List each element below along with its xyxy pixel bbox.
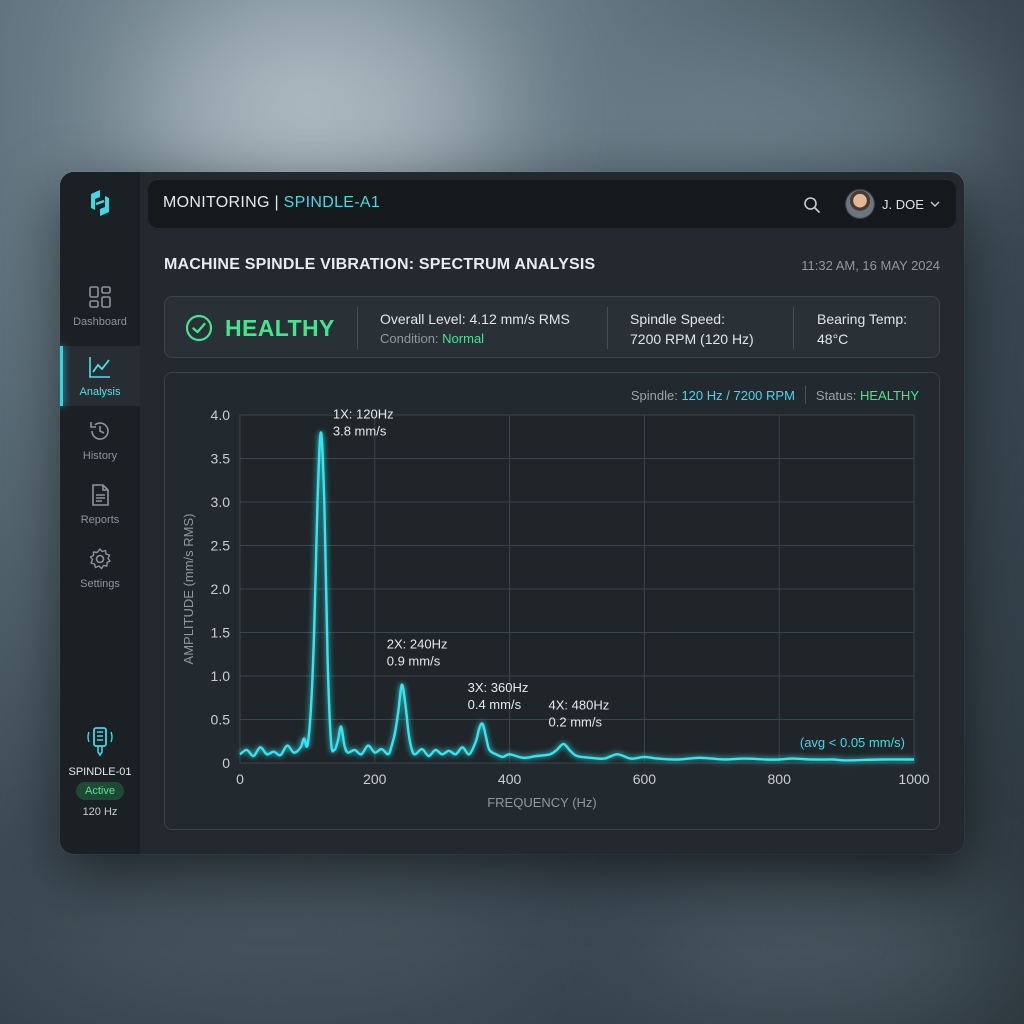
peak-value-label: 0.4 mm/s: [468, 697, 522, 712]
device-status[interactable]: SPINDLE-01 Active 120 Hz: [60, 724, 140, 818]
history-icon: [90, 422, 109, 440]
device-name: SPINDLE-01: [68, 766, 132, 778]
peak-value-label: 0.9 mm/s: [387, 654, 441, 669]
chevron-down-icon[interactable]: [930, 199, 940, 209]
app-window: Dashboard Analysis History Reports Setti…: [60, 172, 964, 854]
y-axis-label: AMPLITUDE (mm/s RMS): [181, 514, 196, 665]
sidebar-item-label: Settings: [80, 578, 120, 590]
peak-label: 2X: 240Hz: [387, 637, 448, 652]
sidebar: Dashboard Analysis History Reports Setti…: [60, 172, 140, 854]
y-tick-label: 3.0: [211, 494, 231, 510]
peak-label: 4X: 480Hz: [549, 698, 610, 713]
sidebar-item-settings[interactable]: Settings: [60, 538, 140, 598]
spectrum-chart-card: Spindle: 120 Hz / 7200 RPM Status: HEALT…: [164, 372, 940, 830]
noise-floor-note: (avg < 0.05 mm/s): [800, 735, 905, 750]
x-tick-label: 1000: [898, 771, 929, 787]
spindle-icon: [87, 727, 113, 757]
spectrum-chart[interactable]: 0 0.5 1.0 1.5 2.0 2.5 3.0 3.5 4.0 0 200 400 600 800 10…: [165, 373, 941, 831]
reports-icon: [92, 484, 109, 506]
condition-value: Normal: [442, 331, 485, 346]
page-title: MACHINE SPINDLE VIBRATION: SPECTRUM ANAL…: [164, 256, 596, 273]
y-tick-label: 2.5: [211, 538, 231, 554]
divider: [607, 307, 608, 349]
x-tick-label: 400: [498, 771, 522, 787]
status-summary-card: HEALTHY Overall Level: 4.12 mm/s RMS Con…: [164, 296, 940, 358]
sidebar-item-label: Reports: [80, 514, 120, 526]
x-tick-label: 200: [363, 771, 387, 787]
spindle-speed-label: Spindle Speed:: [630, 311, 725, 327]
breadcrumb-machine[interactable]: SPINDLE-A1: [284, 194, 380, 211]
y-tick-label: 1.0: [211, 668, 231, 684]
peak-label: 3X: 360Hz: [468, 680, 529, 695]
spindle-speed-value: 7200 RPM (120 Hz): [630, 331, 754, 347]
spindle-speed: Spindle Speed: 7200 RPM (120 Hz): [630, 309, 754, 349]
bearing-temp-label: Bearing Temp:: [817, 311, 908, 327]
sidebar-item-history[interactable]: History: [60, 410, 140, 470]
peak-label: 1X: 120Hz: [333, 406, 394, 421]
sidebar-item-label: Dashboard: [73, 316, 127, 328]
analysis-icon: [89, 357, 110, 378]
breadcrumb: MONITORING | SPINDLE-A1: [163, 194, 380, 212]
condition-label: Condition:: [380, 331, 439, 346]
y-tick-label: 0: [222, 755, 230, 771]
search-icon[interactable]: [803, 196, 821, 214]
y-tick-label: 3.5: [211, 451, 231, 467]
timestamp: 11:32 AM, 16 MAY 2024: [801, 258, 940, 273]
sidebar-item-analysis[interactable]: Analysis: [60, 346, 140, 406]
divider: [793, 307, 794, 349]
overall-level-label: Overall Level:: [380, 311, 466, 327]
overall-level-value: 4.12 mm/s RMS: [469, 311, 570, 327]
x-tick-label: 0: [236, 771, 244, 787]
y-tick-label: 2.0: [211, 581, 231, 597]
overall-level: Overall Level: 4.12 mm/s RMS Condition: …: [380, 309, 570, 349]
check-circle-icon: [185, 314, 213, 342]
background-blur: [640, 880, 1020, 1020]
y-tick-label: 4.0: [211, 407, 231, 423]
status-badge: Active: [76, 782, 124, 800]
sidebar-item-dashboard[interactable]: Dashboard: [60, 276, 140, 336]
top-bar: MONITORING | SPINDLE-A1 J. DOE: [148, 180, 956, 228]
sidebar-item-label: Analysis: [79, 386, 121, 398]
peak-value-label: 0.2 mm/s: [549, 715, 603, 730]
x-tick-label: 600: [633, 771, 657, 787]
peak-value-label: 3.8 mm/s: [333, 423, 387, 438]
device-frequency: 120 Hz: [82, 806, 118, 818]
sidebar-item-label: History: [82, 450, 118, 462]
user-name[interactable]: J. DOE: [882, 197, 924, 212]
background-blur: [20, 860, 520, 1010]
health-status: HEALTHY: [225, 315, 335, 341]
gear-icon: [89, 548, 111, 570]
breadcrumb-section[interactable]: MONITORING: [163, 194, 270, 211]
y-tick-label: 0.5: [211, 712, 231, 728]
x-tick-label: 800: [768, 771, 792, 787]
avatar[interactable]: [846, 190, 874, 218]
dashboard-icon: [89, 286, 111, 308]
bearing-temp: Bearing Temp: 48°C: [817, 309, 907, 349]
logo-icon[interactable]: [86, 188, 114, 218]
x-axis-label: FREQUENCY (Hz): [487, 795, 597, 810]
sidebar-item-reports[interactable]: Reports: [60, 474, 140, 534]
y-tick-label: 1.5: [211, 625, 231, 641]
divider: [357, 307, 358, 349]
bearing-temp-value: 48°C: [817, 331, 849, 347]
breadcrumb-separator: |: [274, 194, 279, 211]
